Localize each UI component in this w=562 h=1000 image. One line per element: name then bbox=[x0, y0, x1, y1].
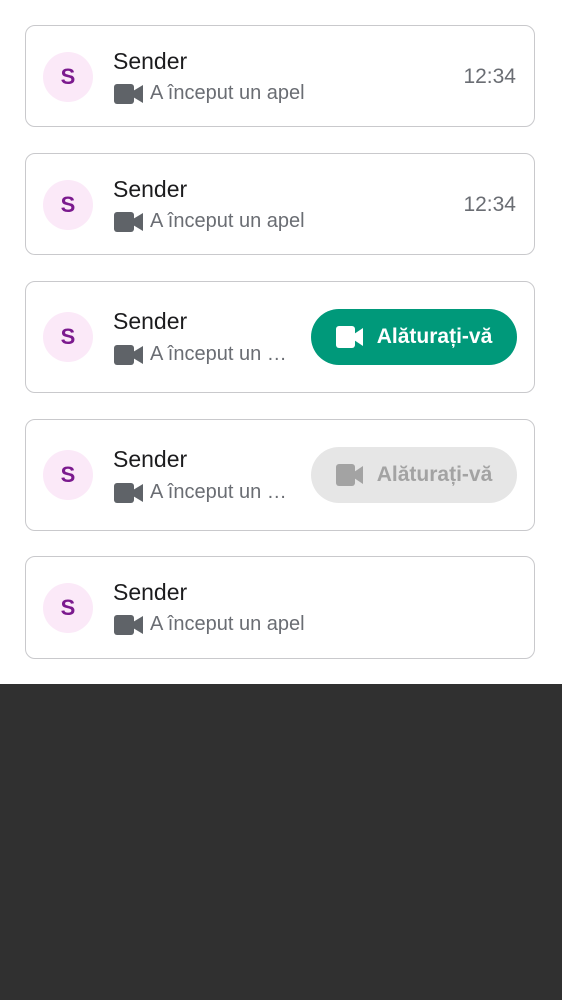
sender-name: Sender bbox=[113, 308, 188, 334]
video-camera-icon bbox=[114, 614, 143, 635]
message-time: 12:34 bbox=[463, 193, 516, 216]
video-camera-icon bbox=[114, 83, 143, 104]
call-status: A început un apel bbox=[114, 481, 292, 504]
video-camera-icon bbox=[335, 326, 363, 348]
avatar: S bbox=[43, 180, 93, 230]
call-message-card[interactable]: S Sender A început un apel 12:34 bbox=[25, 153, 535, 255]
avatar: S bbox=[43, 312, 93, 362]
call-message-card[interactable]: S Sender A început un apel 12:34 bbox=[25, 25, 535, 127]
empty-dark-area bbox=[0, 684, 562, 1000]
message-time: 12:34 bbox=[463, 65, 516, 88]
call-message-card[interactable]: S Sender A început un apel bbox=[25, 556, 535, 659]
video-camera-icon bbox=[114, 344, 143, 365]
sender-name: Sender bbox=[113, 48, 188, 74]
sender-name: Sender bbox=[113, 446, 188, 472]
sender-name: Sender bbox=[113, 579, 188, 605]
call-status: A început un apel bbox=[114, 343, 292, 366]
call-status-text: A început un apel bbox=[150, 343, 292, 365]
video-camera-icon bbox=[114, 482, 143, 503]
call-status-text: A început un apel bbox=[150, 210, 305, 232]
video-camera-icon bbox=[335, 464, 363, 486]
avatar: S bbox=[43, 583, 93, 633]
join-call-button-disabled: Alăturați-vă bbox=[311, 447, 517, 503]
call-message-card[interactable]: S Sender A început un apel Alăturați-vă bbox=[25, 281, 535, 393]
avatar: S bbox=[43, 450, 93, 500]
call-status: A început un apel bbox=[114, 613, 305, 636]
join-call-label: Alăturați-vă bbox=[376, 325, 493, 348]
call-status-text: A început un apel bbox=[150, 82, 305, 104]
call-status-text: A început un apel bbox=[150, 613, 305, 635]
call-status-text: A început un apel bbox=[150, 481, 292, 503]
video-camera-icon bbox=[114, 211, 143, 232]
call-status: A început un apel bbox=[114, 210, 305, 233]
join-call-label: Alăturați-vă bbox=[376, 463, 493, 486]
join-call-button[interactable]: Alăturați-vă bbox=[311, 309, 517, 365]
call-status: A început un apel bbox=[114, 82, 305, 105]
call-message-card[interactable]: S Sender A început un apel Alăturați-vă bbox=[25, 419, 535, 531]
avatar: S bbox=[43, 52, 93, 102]
sender-name: Sender bbox=[113, 176, 188, 202]
message-list: S Sender A început un apel 12:34 S Sende… bbox=[0, 0, 562, 684]
